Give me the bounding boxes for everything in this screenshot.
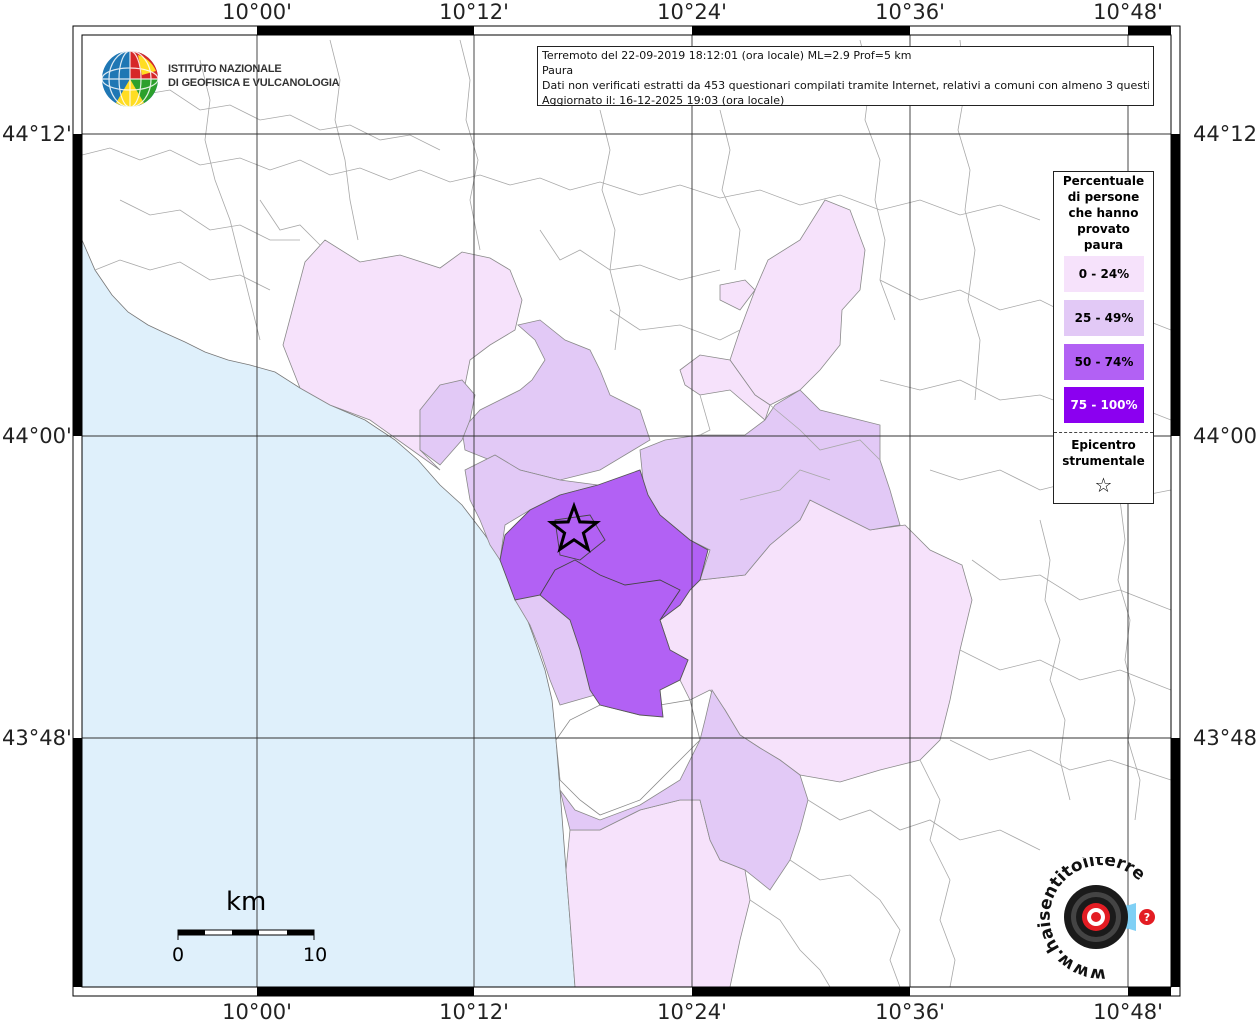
ingv-line2: DI GEOFISICA E VULCANOLOGIA [168,77,340,89]
lon-label-top-1000: 10°00' [222,0,292,24]
lat-label-right-4348: 43°48' [1193,726,1256,750]
ingv-logo-text: ISTITUTO NAZIONALE DI GEOFISICA E VULCAN… [168,62,340,90]
lat-label-right-4412: 44°12' [1193,122,1256,146]
lon-label-bottom-1048: 10°48' [1093,1000,1163,1024]
lat-label-left-4400: 44°00' [2,424,72,448]
lon-label-bottom-1024: 10°24' [657,1000,727,1024]
scale-unit: km [226,887,267,917]
scale-min: 0 [172,944,185,966]
svg-text:www.haisentitoilterremoto.it: www.haisentitoilterremoto.it [1036,857,1149,985]
event-line: Terremoto del 22-09-2019 18:12:01 (ora l… [542,49,912,62]
lon-label-top-1012: 10°12' [439,0,509,24]
legend-class-50-74: 50 - 74% [1064,344,1144,380]
legend-epicenter-label: Epicentro strumentale [1062,438,1145,468]
lon-label-top-1024: 10°24' [657,0,727,24]
lon-label-top-1036: 10°36' [875,0,945,24]
hsit-url-text: www.haisentitoilterremoto.it [1036,857,1149,985]
legend-star-icon: ☆ [1094,473,1113,497]
updated-line: Aggiornato il: 16-12-2025 19:03 (ora loc… [542,94,785,107]
legend-separator [1054,432,1153,433]
scale-max: 10 [303,944,328,966]
legend-class-25-49: 25 - 49% [1064,300,1144,336]
data-note-line: Dati non verificati estratti da 453 ques… [542,79,1149,92]
ingv-line1: ISTITUTO NAZIONALE [168,63,282,75]
lat-label-left-4348: 43°48' [2,726,72,750]
lon-label-top-1048: 10°48' [1093,0,1163,24]
legend-class-75-100: 75 - 100% [1064,387,1144,423]
lon-label-bottom-1000: 10°00' [222,1000,292,1024]
lon-label-bottom-1036: 10°36' [875,1000,945,1024]
legend: Percentuale di persone che hanno provato pau… [1053,171,1154,504]
map-type-line: Paura [542,64,574,77]
legend-title: Percentuale di persone che hanno provato pau… [1062,174,1145,252]
legend-class-0-24: 0 - 24% [1064,256,1144,292]
lon-label-bottom-1012: 10°12' [439,1000,509,1024]
event-info-box: Terremoto del 22-09-2019 18:12:01 (ora l… [537,46,1154,107]
ingv-globe-icon [101,50,159,108]
lat-label-right-4400: 44°00' [1193,424,1256,448]
hsit-logo-text: www.haisentitoilterremoto.it [1036,857,1149,985]
lat-label-left-4412: 44°12' [2,122,72,146]
